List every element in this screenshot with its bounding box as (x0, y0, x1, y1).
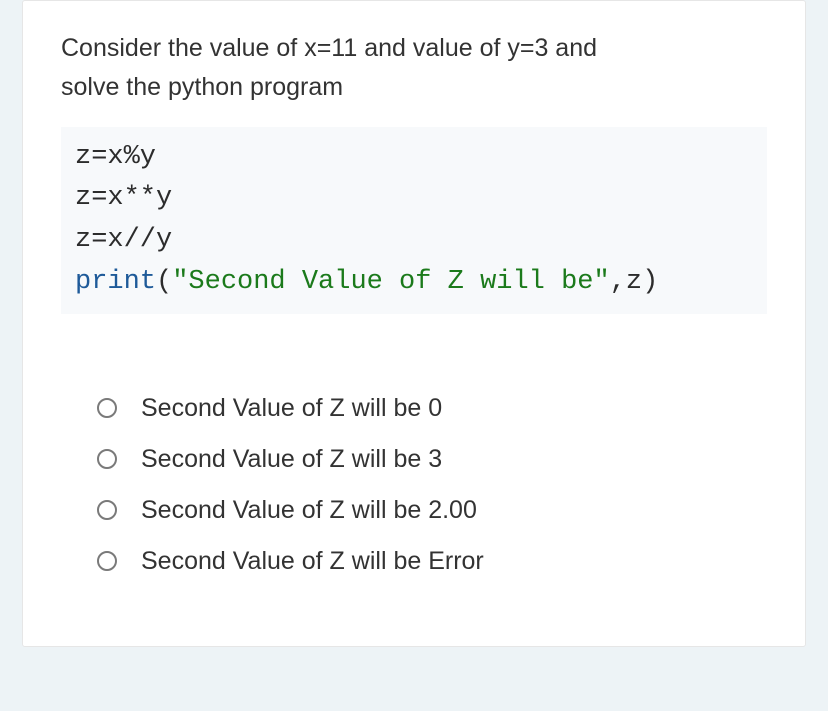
option-label: Second Value of Z will be 3 (141, 445, 442, 474)
options-group: Second Value of Z will be 0 Second Value… (61, 394, 767, 576)
code-block: z=x%y z=x**y z=x//y print("Second Value … (61, 127, 767, 314)
code-line-4: print("Second Value of Z will be",z) (75, 262, 753, 304)
code-paren-open: ( (156, 267, 172, 297)
question-card: Consider the value of x=11 and value of … (22, 0, 806, 647)
prompt-line-1: Consider the value of x=11 and value of … (61, 34, 597, 62)
code-rest: ,z) (610, 267, 659, 297)
code-line-3: z=x//y (75, 220, 753, 262)
code-line-1: z=x%y (75, 137, 753, 179)
option-1[interactable]: Second Value of Z will be 3 (97, 445, 767, 474)
question-prompt: Consider the value of x=11 and value of … (61, 29, 767, 107)
radio-icon[interactable] (97, 398, 117, 418)
option-label: Second Value of Z will be Error (141, 547, 484, 576)
option-3[interactable]: Second Value of Z will be Error (97, 547, 767, 576)
option-2[interactable]: Second Value of Z will be 2.00 (97, 496, 767, 525)
prompt-line-2: solve the python program (61, 73, 343, 101)
radio-icon[interactable] (97, 449, 117, 469)
radio-icon[interactable] (97, 500, 117, 520)
radio-icon[interactable] (97, 551, 117, 571)
code-string: "Second Value of Z will be" (172, 267, 609, 297)
option-label: Second Value of Z will be 0 (141, 394, 442, 423)
option-label: Second Value of Z will be 2.00 (141, 496, 477, 525)
option-0[interactable]: Second Value of Z will be 0 (97, 394, 767, 423)
code-func: print (75, 267, 156, 297)
code-line-2: z=x**y (75, 178, 753, 220)
